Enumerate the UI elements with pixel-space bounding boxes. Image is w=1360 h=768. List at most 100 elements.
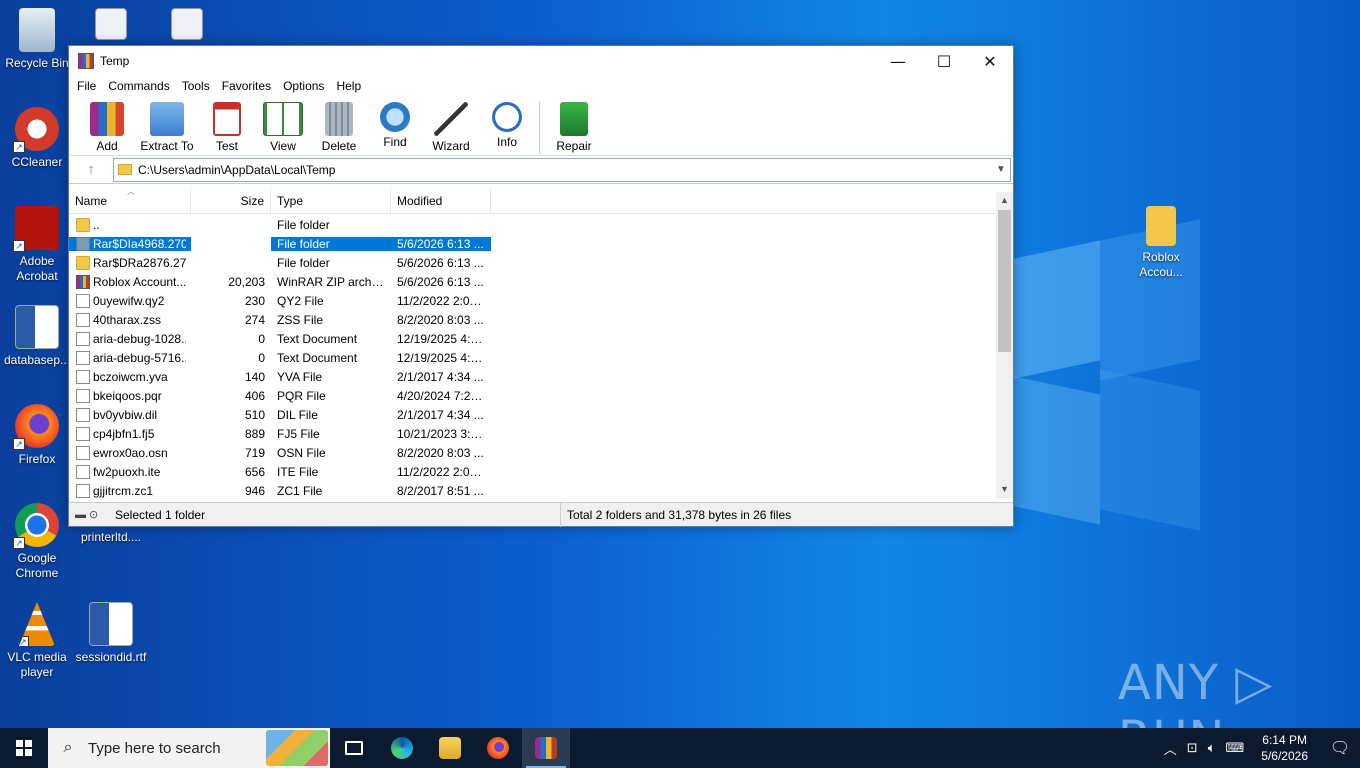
menu-file[interactable]: File (71, 79, 102, 93)
desktop-icon-recycle-bin[interactable]: Recycle Bin (0, 8, 74, 71)
cell-name: Rar$DIa4968.270... (69, 236, 191, 251)
scroll-thumb[interactable] (998, 210, 1011, 352)
table-row[interactable]: cp4jbfn1.fj5 889 FJ5 File 10/21/2023 3:1... (69, 424, 1013, 443)
taskbar-search[interactable]: ⌕ Type here to search (48, 728, 330, 768)
file-name: aria-debug-5716... (93, 350, 186, 365)
minimize-button[interactable]: — (875, 46, 921, 76)
cell-type: YVA File (277, 369, 323, 384)
close-button[interactable]: ✕ (967, 46, 1013, 76)
menu-options[interactable]: Options (277, 79, 330, 93)
table-row[interactable]: Rar$DRa2876.27... File folder 5/6/2026 6:1… (69, 253, 1013, 272)
drive-icons[interactable]: ▬ ⊙ (69, 508, 109, 521)
table-row[interactable]: 0uyewifw.qy2 230 QY2 File 11/2/2022 2:05 ..… (69, 291, 1013, 310)
column-modified[interactable]: Modified (391, 188, 491, 214)
adobe-acrobat-icon: ↗ (13, 206, 59, 252)
file-icon (76, 312, 90, 327)
column-size[interactable]: Size (191, 188, 271, 214)
info-button[interactable]: Info (479, 100, 535, 149)
cell-size: 230 (244, 293, 265, 308)
menu-tools[interactable]: Tools (176, 79, 216, 93)
up-arrow-icon[interactable]: ↑ (69, 161, 113, 178)
table-row[interactable]: aria-debug-1028... 0 Text Document 12/19/20… (69, 329, 1013, 348)
vertical-scrollbar[interactable]: ▲ ▼ (996, 192, 1013, 498)
test-button[interactable]: Test (199, 100, 255, 153)
file-icon (76, 407, 90, 422)
file-name: ewrox0ao.osn (93, 445, 168, 460)
desktop-icon-adobe-acrobat[interactable]: ↗ Adobe Acrobat (0, 206, 74, 284)
file-icon (76, 388, 90, 403)
sort-arrow-icon: ︿ (127, 188, 135, 196)
desktop-icon-printerltd[interactable]: printerltd.... (74, 530, 148, 545)
file-name: gjjitrcm.zc1 (93, 483, 154, 498)
desktop-icon-sessiondid[interactable]: sessiondid.rtf (74, 602, 148, 665)
desktop-icon-ccleaner[interactable]: ↗ CCleaner (0, 107, 74, 170)
cell-name: fw2puoxh.ite (69, 464, 191, 479)
path-combobox[interactable]: C:\Users\admin\AppData\Local\Temp ▼ (113, 157, 1011, 182)
extract-to-button[interactable]: Extract To (135, 100, 199, 153)
taskbar-clock[interactable]: 6:14 PM 5/6/2026 (1249, 732, 1320, 764)
network-icon[interactable]: ⊡ (1182, 740, 1203, 756)
taskbar-edge[interactable] (378, 728, 426, 768)
title-bar[interactable]: Temp — ☐ ✕ (69, 46, 1013, 76)
chevron-up-icon[interactable]: ︿ (1159, 739, 1182, 758)
desktop-icon-vlc[interactable]: ↗ VLC media player (0, 602, 74, 680)
table-row[interactable]: gjjitrcm.zc1 946 ZC1 File 8/2/2017 8:51 ... (69, 481, 1013, 500)
task-view-button[interactable] (330, 728, 378, 768)
column-type[interactable]: Type (271, 188, 391, 214)
view-button[interactable]: View (255, 100, 311, 153)
table-row[interactable]: bkeiqoos.pqr 406 PQR File 4/20/2024 7:29 ..… (69, 386, 1013, 405)
cell-type: Text Document (277, 331, 358, 346)
cell-name: .. (69, 217, 191, 232)
menu-commands[interactable]: Commands (102, 79, 175, 93)
delete-button[interactable]: Delete (311, 100, 367, 153)
desktop-icon-label: Firefox (18, 452, 56, 466)
table-row[interactable]: fw2puoxh.ite 656 ITE File 11/2/2022 2:05 ..… (69, 462, 1013, 481)
wizard-label: Wizard (432, 139, 470, 153)
cell-name: bv0yvbiw.dil (69, 407, 191, 422)
file-icon (76, 483, 90, 498)
table-row[interactable]: .. File folder (69, 215, 1013, 234)
scroll-up-icon[interactable]: ▲ (996, 192, 1013, 209)
chevron-down-icon[interactable]: ▼ (992, 164, 1010, 175)
table-row[interactable]: Roblox Account... 20,203 WinRAR ZIP archiv… (69, 272, 1013, 291)
table-row[interactable]: bczoiwcm.yva 140 YVA File 2/1/2017 4:34 ... (69, 367, 1013, 386)
file-name: 0uyewifw.qy2 (93, 293, 165, 308)
desktop-icon-databasep[interactable]: databasep... (0, 305, 74, 368)
repair-button[interactable]: Repair (546, 100, 602, 153)
cell-modified: 4/20/2024 7:29 ... (397, 388, 491, 403)
cell-modified: 2/1/2017 4:34 ... (397, 407, 484, 422)
desktop-icon-label: Recycle Bin (5, 56, 69, 70)
find-button[interactable]: Find (367, 100, 423, 149)
address-bar: ↑ C:\Users\admin\AppData\Local\Temp ▼ (69, 156, 1013, 184)
scroll-down-icon[interactable]: ▼ (996, 481, 1013, 498)
table-row[interactable]: Rar$DIa4968.270... File folder5/6/2026 6:… (69, 234, 1013, 253)
add-button[interactable]: Add (79, 100, 135, 153)
notification-icon[interactable]: 🗨︎ (1320, 738, 1360, 758)
desktop-icon-firefox[interactable]: ↗ Firefox (0, 404, 74, 467)
folder-icon (76, 255, 90, 270)
table-row[interactable]: bv0yvbiw.dil 510 DIL File 2/1/2017 4:34 ... (69, 405, 1013, 424)
folder-icon (118, 164, 132, 175)
cell-size: 719 (244, 445, 265, 460)
start-button[interactable] (0, 728, 48, 768)
taskbar-file-explorer[interactable] (426, 728, 474, 768)
taskbar-winrar[interactable] (522, 728, 570, 768)
cell-name: 40tharax.zss (69, 312, 191, 327)
maximize-button[interactable]: ☐ (921, 46, 967, 76)
keyboard-icon[interactable]: ⌨︎ (1221, 740, 1250, 756)
taskbar-firefox[interactable] (474, 728, 522, 768)
wizard-button[interactable]: Wizard (423, 100, 479, 153)
word-document-icon (89, 602, 133, 646)
desktop-icon-google-chrome[interactable]: ↗ Google Chrome (0, 503, 74, 581)
menu-favorites[interactable]: Favorites (216, 79, 277, 93)
desktop-icon-roblox-folder[interactable]: Roblox Accou... (1124, 206, 1198, 280)
desktop-icon-file-top-1[interactable] (74, 8, 148, 44)
cell-size: 510 (244, 407, 265, 422)
table-row[interactable]: 40tharax.zss 274 ZSS File 8/2/2020 8:03 ... (69, 310, 1013, 329)
table-row[interactable]: aria-debug-5716... 0 Text Document 12/19/20… (69, 348, 1013, 367)
desktop-icon-file-top-2[interactable] (150, 8, 224, 44)
menu-help[interactable]: Help (330, 79, 367, 93)
volume-icon[interactable]: 🔈︎ (1203, 740, 1221, 756)
table-row[interactable]: ewrox0ao.osn 719 OSN File 8/2/2020 8:03 ... (69, 443, 1013, 462)
word-document-icon (15, 305, 59, 349)
